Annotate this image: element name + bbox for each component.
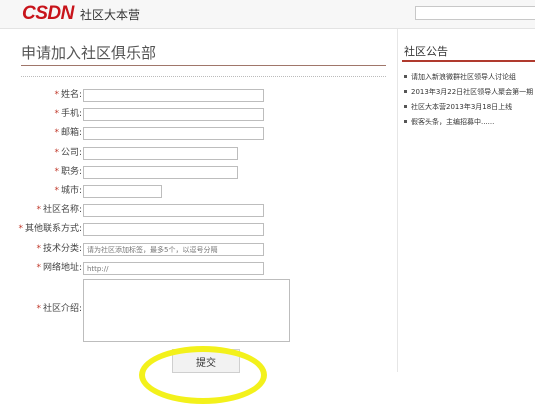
required-mark: * [54,128,59,138]
form-row-web-address: * 网络地址: [0,261,82,277]
form-row-name: * 姓名: [0,88,82,104]
form-row-community-name: * 社区名称: [0,203,82,219]
name-input[interactable] [83,89,264,102]
web-address-input[interactable] [83,262,264,275]
required-mark: * [36,263,41,273]
title-divider [21,65,386,66]
bullet-icon [404,75,407,78]
required-mark: * [54,90,59,100]
required-mark: * [36,244,41,254]
form-row-email: * 邮箱: [0,126,82,142]
position-input[interactable] [83,166,238,179]
main-content: 申请加入社区俱乐部 * 姓名: * 手机: * 邮箱: * 公司: * 职务: * 城市: … [0,29,398,404]
form-row-company: * 公司: [0,146,82,162]
bullet-icon [404,105,407,108]
csdn-logo[interactable]: CSDN [22,3,74,25]
form-row-city: * 城市: [0,184,82,200]
community-intro-label: 社区介绍: [42,304,82,314]
community-intro-textarea[interactable] [83,279,290,342]
form-row-other-contact: * 其他联系方式: [0,222,82,238]
notice-list: 请加入新浪微群社区领导人讨论组 2013年3月22日社区领导人聚会第一期 社区大… [402,70,535,130]
community-name-label: 社区名称: [42,205,82,215]
city-input[interactable] [83,185,162,198]
phone-input[interactable] [83,108,264,121]
sidebar: 社区公告 请加入新浪微群社区领导人讨论组 2013年3月22日社区领导人聚会第一… [398,29,535,372]
other-contact-input[interactable] [83,223,264,236]
community-name-input[interactable] [83,204,264,217]
required-mark: * [36,205,41,215]
form-row-tech-category: * 技术分类: [0,242,82,258]
sidebar-title: 社区公告 [404,45,448,58]
submit-button[interactable]: 提交 [172,349,240,373]
web-address-label: 网络地址: [42,263,82,273]
required-mark: * [18,224,23,234]
email-label: 邮箱: [60,128,82,138]
required-mark: * [54,148,59,158]
tech-tags-input[interactable] [83,243,264,256]
sidebar-divider [402,60,535,62]
position-label: 职务: [60,167,82,177]
email-input[interactable] [83,127,264,140]
required-mark: * [36,304,41,314]
required-mark: * [54,109,59,119]
site-title[interactable]: 社区大本营 [80,6,140,23]
form-row-position: * 职务: [0,165,82,181]
top-header: CSDN 社区大本营 [0,0,535,29]
company-label: 公司: [60,148,82,158]
other-contact-label: 其他联系方式: [24,224,82,234]
notice-item[interactable]: 请加入新浪微群社区领导人讨论组 [402,70,535,85]
dotted-divider [21,76,386,77]
name-label: 姓名: [60,90,82,100]
required-mark: * [54,186,59,196]
city-label: 城市: [60,186,82,196]
notice-item[interactable]: 2013年3月22日社区领导人聚会第一期 [402,85,535,100]
form-row-community-intro: * 社区介绍: [0,302,82,318]
page-title: 申请加入社区俱乐部 [21,44,157,62]
bullet-icon [404,90,407,93]
tech-category-label: 技术分类: [42,244,82,254]
phone-label: 手机: [60,109,82,119]
required-mark: * [54,167,59,177]
search-input[interactable] [415,6,535,20]
notice-item[interactable]: 假客头条，主编招募中...... [402,115,535,130]
form-row-phone: * 手机: [0,107,82,123]
bullet-icon [404,120,407,123]
notice-item[interactable]: 社区大本营2013年3月18日上线 [402,100,535,115]
company-input[interactable] [83,147,238,160]
